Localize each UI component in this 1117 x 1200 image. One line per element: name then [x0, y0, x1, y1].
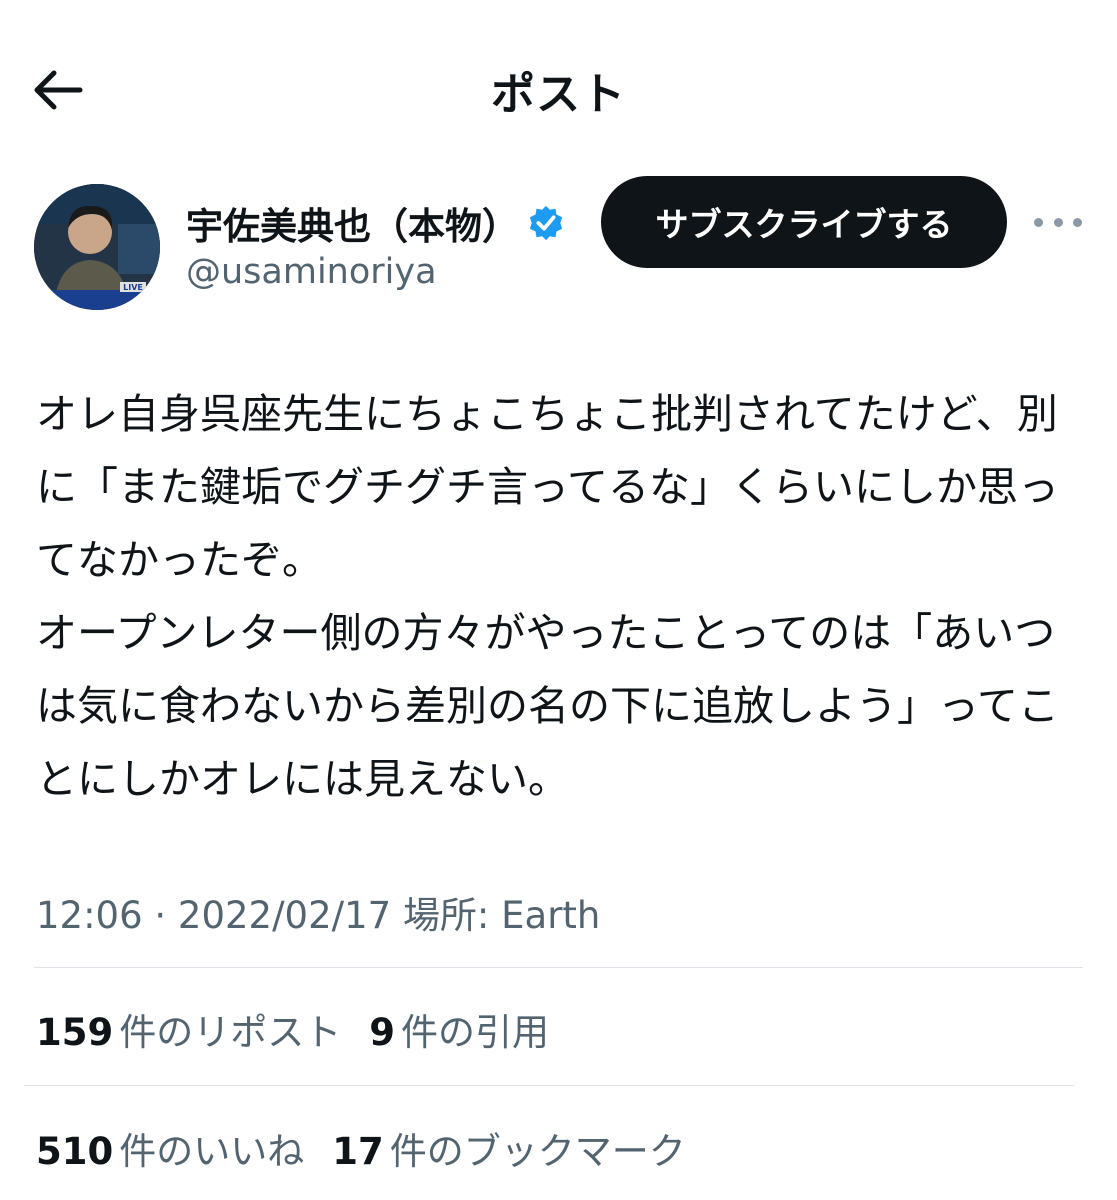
tweet-text: オレ自身呉座先生にちょこちょこ批判されてたけど、別に「また鍵垢でグチグチ言ってる… [36, 390, 1059, 803]
quotes-label: 件の引用 [400, 1011, 549, 1054]
avatar[interactable]: LIVE [34, 184, 160, 310]
likes-label: 件のいいね [119, 1130, 305, 1173]
bookmarks-count: 17 [332, 1130, 384, 1173]
display-name[interactable]: 宇佐美典也（本物） [186, 196, 519, 250]
quotes-stat[interactable]: 9 件の引用 [369, 1002, 549, 1056]
subscribe-button[interactable]: サブスクライブする [601, 176, 1007, 268]
reposts-count: 159 [36, 1011, 114, 1054]
avatar-image: LIVE [34, 184, 160, 310]
likes-count: 510 [36, 1130, 114, 1173]
tweet-meta: 12:06 · 2022/02/17 場所: Earth [36, 885, 600, 939]
bookmarks-stat[interactable]: 17 件のブックマーク [332, 1121, 686, 1175]
divider [24, 1085, 1074, 1086]
reposts-stat[interactable]: 159 件のリポスト [36, 1002, 341, 1056]
quotes-count: 9 [369, 1011, 395, 1054]
more-options-button[interactable] [1034, 205, 1082, 239]
divider [34, 967, 1083, 968]
reposts-label: 件のリポスト [119, 1011, 342, 1054]
verified-badge-icon [529, 205, 563, 241]
stats-row-likes: 510 件のいいね 17 件のブックマーク [36, 1121, 714, 1175]
stats-row-reposts: 159 件のリポスト 9 件の引用 [36, 1002, 577, 1056]
tweet-location: 場所: Earth [402, 894, 601, 937]
tweet-timestamp[interactable]: 12:06 · 2022/02/17 [36, 894, 391, 937]
more-horizontal-icon [1034, 217, 1043, 227]
top-bar: ポスト [0, 0, 1117, 175]
avatar-live-badge: LIVE [123, 283, 143, 292]
author-name-row[interactable]: 宇佐美典也（本物） [186, 195, 565, 251]
user-handle[interactable]: @usaminoriya [186, 252, 437, 292]
likes-stat[interactable]: 510 件のいいね [36, 1121, 304, 1175]
bookmarks-label: 件のブックマーク [389, 1130, 686, 1173]
page-title: ポスト [491, 69, 626, 120]
